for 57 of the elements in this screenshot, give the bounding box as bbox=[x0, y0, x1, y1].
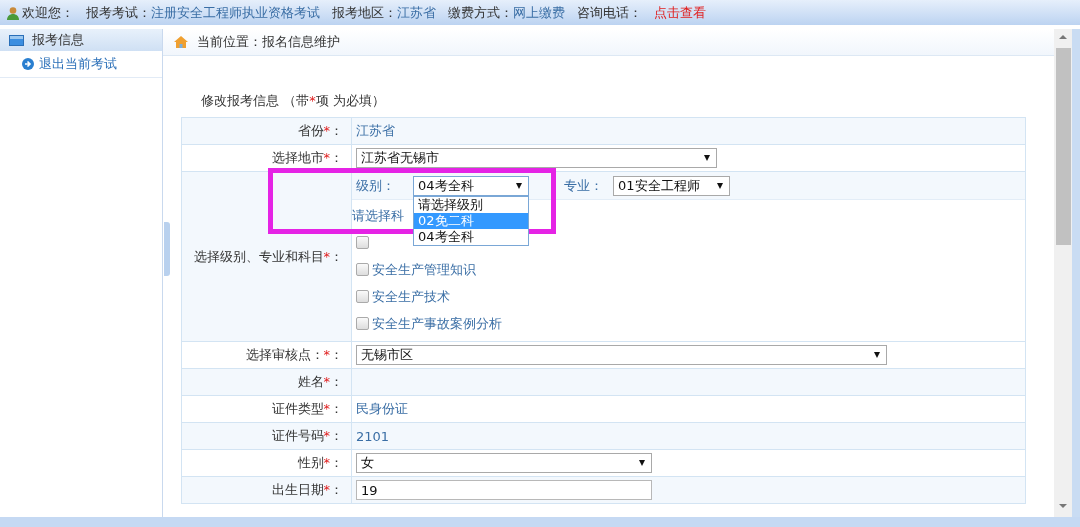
dropdown-select[interactable]: 江苏省无锡市 bbox=[356, 148, 717, 168]
field-label: 姓名*： bbox=[297, 373, 343, 391]
info-label: 缴费方式： bbox=[448, 3, 513, 22]
home-icon bbox=[173, 35, 189, 49]
field-label: 性别*： bbox=[297, 454, 343, 472]
breadcrumb-text: 当前位置：报名信息维护 bbox=[197, 33, 340, 51]
subject-hint: 请选择科 bbox=[352, 206, 404, 225]
checkbox[interactable] bbox=[356, 317, 369, 330]
dropdown-select[interactable]: 女 bbox=[356, 453, 652, 473]
dropdown-select[interactable]: 04考全科 bbox=[413, 175, 529, 196]
caret-icon bbox=[874, 352, 880, 358]
field-label: 选择审核点：*： bbox=[245, 346, 343, 364]
field-label: 省份*： bbox=[297, 122, 343, 140]
field-value: 江苏省 bbox=[356, 122, 395, 140]
checkbox-label: 安全生产技术 bbox=[372, 287, 450, 306]
dropdown-option[interactable]: 请选择级别 bbox=[414, 196, 528, 213]
field-label: 选择地市*： bbox=[271, 149, 343, 167]
info-label: 报考考试： bbox=[86, 3, 151, 22]
field-label: 证件号码*： bbox=[271, 427, 343, 445]
contact-link[interactable]: 点击查看 bbox=[654, 3, 706, 22]
field-value: 2101 bbox=[356, 428, 390, 444]
caret-icon bbox=[717, 182, 723, 189]
collapse-handle[interactable] bbox=[164, 222, 170, 276]
info-label: 报考地区： bbox=[332, 3, 397, 22]
scroll-down-icon[interactable] bbox=[1059, 504, 1067, 508]
scrollbar[interactable] bbox=[1054, 29, 1072, 517]
user-icon bbox=[6, 5, 20, 20]
field-label: 选择级别、专业和科目*： bbox=[193, 247, 343, 266]
checkbox[interactable] bbox=[356, 290, 369, 303]
caret-icon bbox=[704, 155, 710, 161]
input-field[interactable]: 19 bbox=[356, 480, 652, 500]
info-value: 网上缴费 bbox=[513, 3, 565, 22]
level-label: 级别： bbox=[356, 176, 395, 195]
checkbox[interactable] bbox=[356, 263, 369, 276]
major-label: 专业： bbox=[564, 176, 603, 195]
dropdown-select[interactable]: 无锡市区 bbox=[356, 345, 887, 365]
dropdown-select[interactable]: 01安全工程师 bbox=[613, 175, 730, 196]
greeting-label: 欢迎您： bbox=[22, 3, 74, 22]
form-title: 修改报考信息 （带*项 为必填） bbox=[201, 92, 386, 110]
info-value: 注册安全工程师执业资格考试 bbox=[151, 3, 320, 22]
scroll-thumb[interactable] bbox=[1055, 48, 1071, 245]
field-label: 证件类型*： bbox=[271, 400, 343, 418]
dropdown-option[interactable]: 04考全科 bbox=[414, 228, 528, 245]
checkbox-label: 安全生产管理知识 bbox=[372, 260, 476, 279]
checkbox[interactable] bbox=[356, 236, 369, 249]
caret-icon bbox=[639, 460, 645, 466]
field-value: 民身份证 bbox=[356, 400, 408, 418]
arrow-icon bbox=[22, 58, 34, 70]
checkbox-label: 安全生产事故案例分析 bbox=[372, 314, 502, 333]
sidebar-link[interactable]: 退出当前考试 bbox=[39, 55, 117, 73]
caret-icon bbox=[516, 182, 522, 189]
sidebar-title: 报考信息 bbox=[32, 31, 84, 49]
panel-icon bbox=[9, 34, 24, 46]
info-label: 咨询电话： bbox=[577, 3, 642, 22]
scroll-up-icon[interactable] bbox=[1059, 35, 1067, 39]
field-label: 出生日期*： bbox=[271, 481, 343, 499]
info-value: 江苏省 bbox=[397, 3, 436, 22]
